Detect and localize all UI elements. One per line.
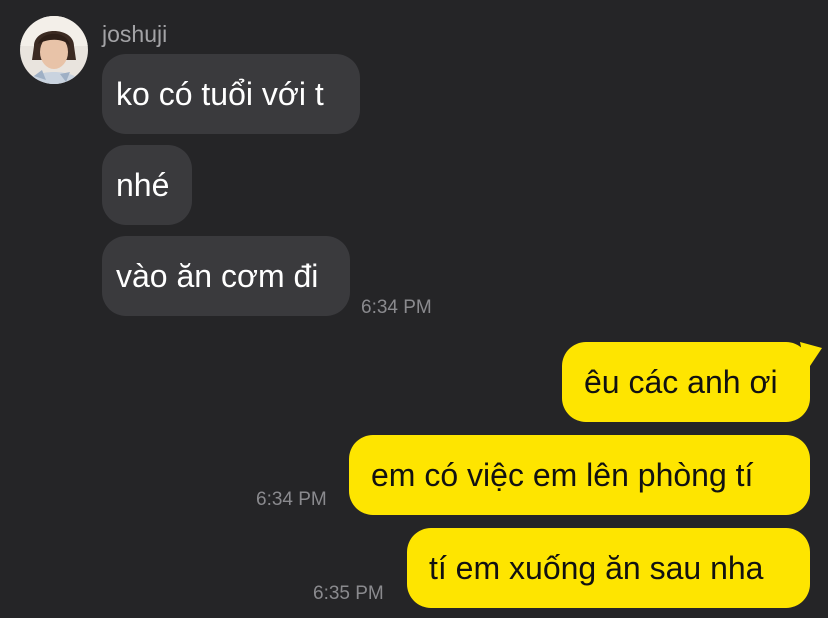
incoming-message-bubble[interactable]: nhé xyxy=(102,145,192,225)
incoming-message-bubble[interactable]: ko có tuổi với t xyxy=(102,54,360,134)
outgoing-message-bubble[interactable]: êu các anh ơi xyxy=(562,342,810,422)
outgoing-message-bubble[interactable]: em có việc em lên phòng tí xyxy=(349,435,810,515)
message-text: nhé xyxy=(116,167,170,203)
message-text: vào ăn cơm đi xyxy=(116,258,319,294)
message-text: em có việc em lên phòng tí xyxy=(371,457,754,493)
message-text: ko có tuổi với t xyxy=(116,76,324,112)
message-timestamp: 6:34 PM xyxy=(256,489,327,510)
profile-photo-avatar xyxy=(20,16,88,84)
sender-name: joshuji xyxy=(102,21,168,47)
message-text: êu các anh ơi xyxy=(584,364,778,400)
sender-avatar[interactable] xyxy=(20,16,88,84)
message-timestamp: 6:35 PM xyxy=(313,583,384,604)
message-text: tí em xuống ăn sau nha xyxy=(429,550,764,586)
outgoing-message-bubble[interactable]: tí em xuống ăn sau nha xyxy=(407,528,810,608)
bubble-tail-icon xyxy=(800,342,822,372)
message-timestamp: 6:34 PM xyxy=(361,297,432,318)
incoming-message-bubble[interactable]: vào ăn cơm đi xyxy=(102,236,350,316)
